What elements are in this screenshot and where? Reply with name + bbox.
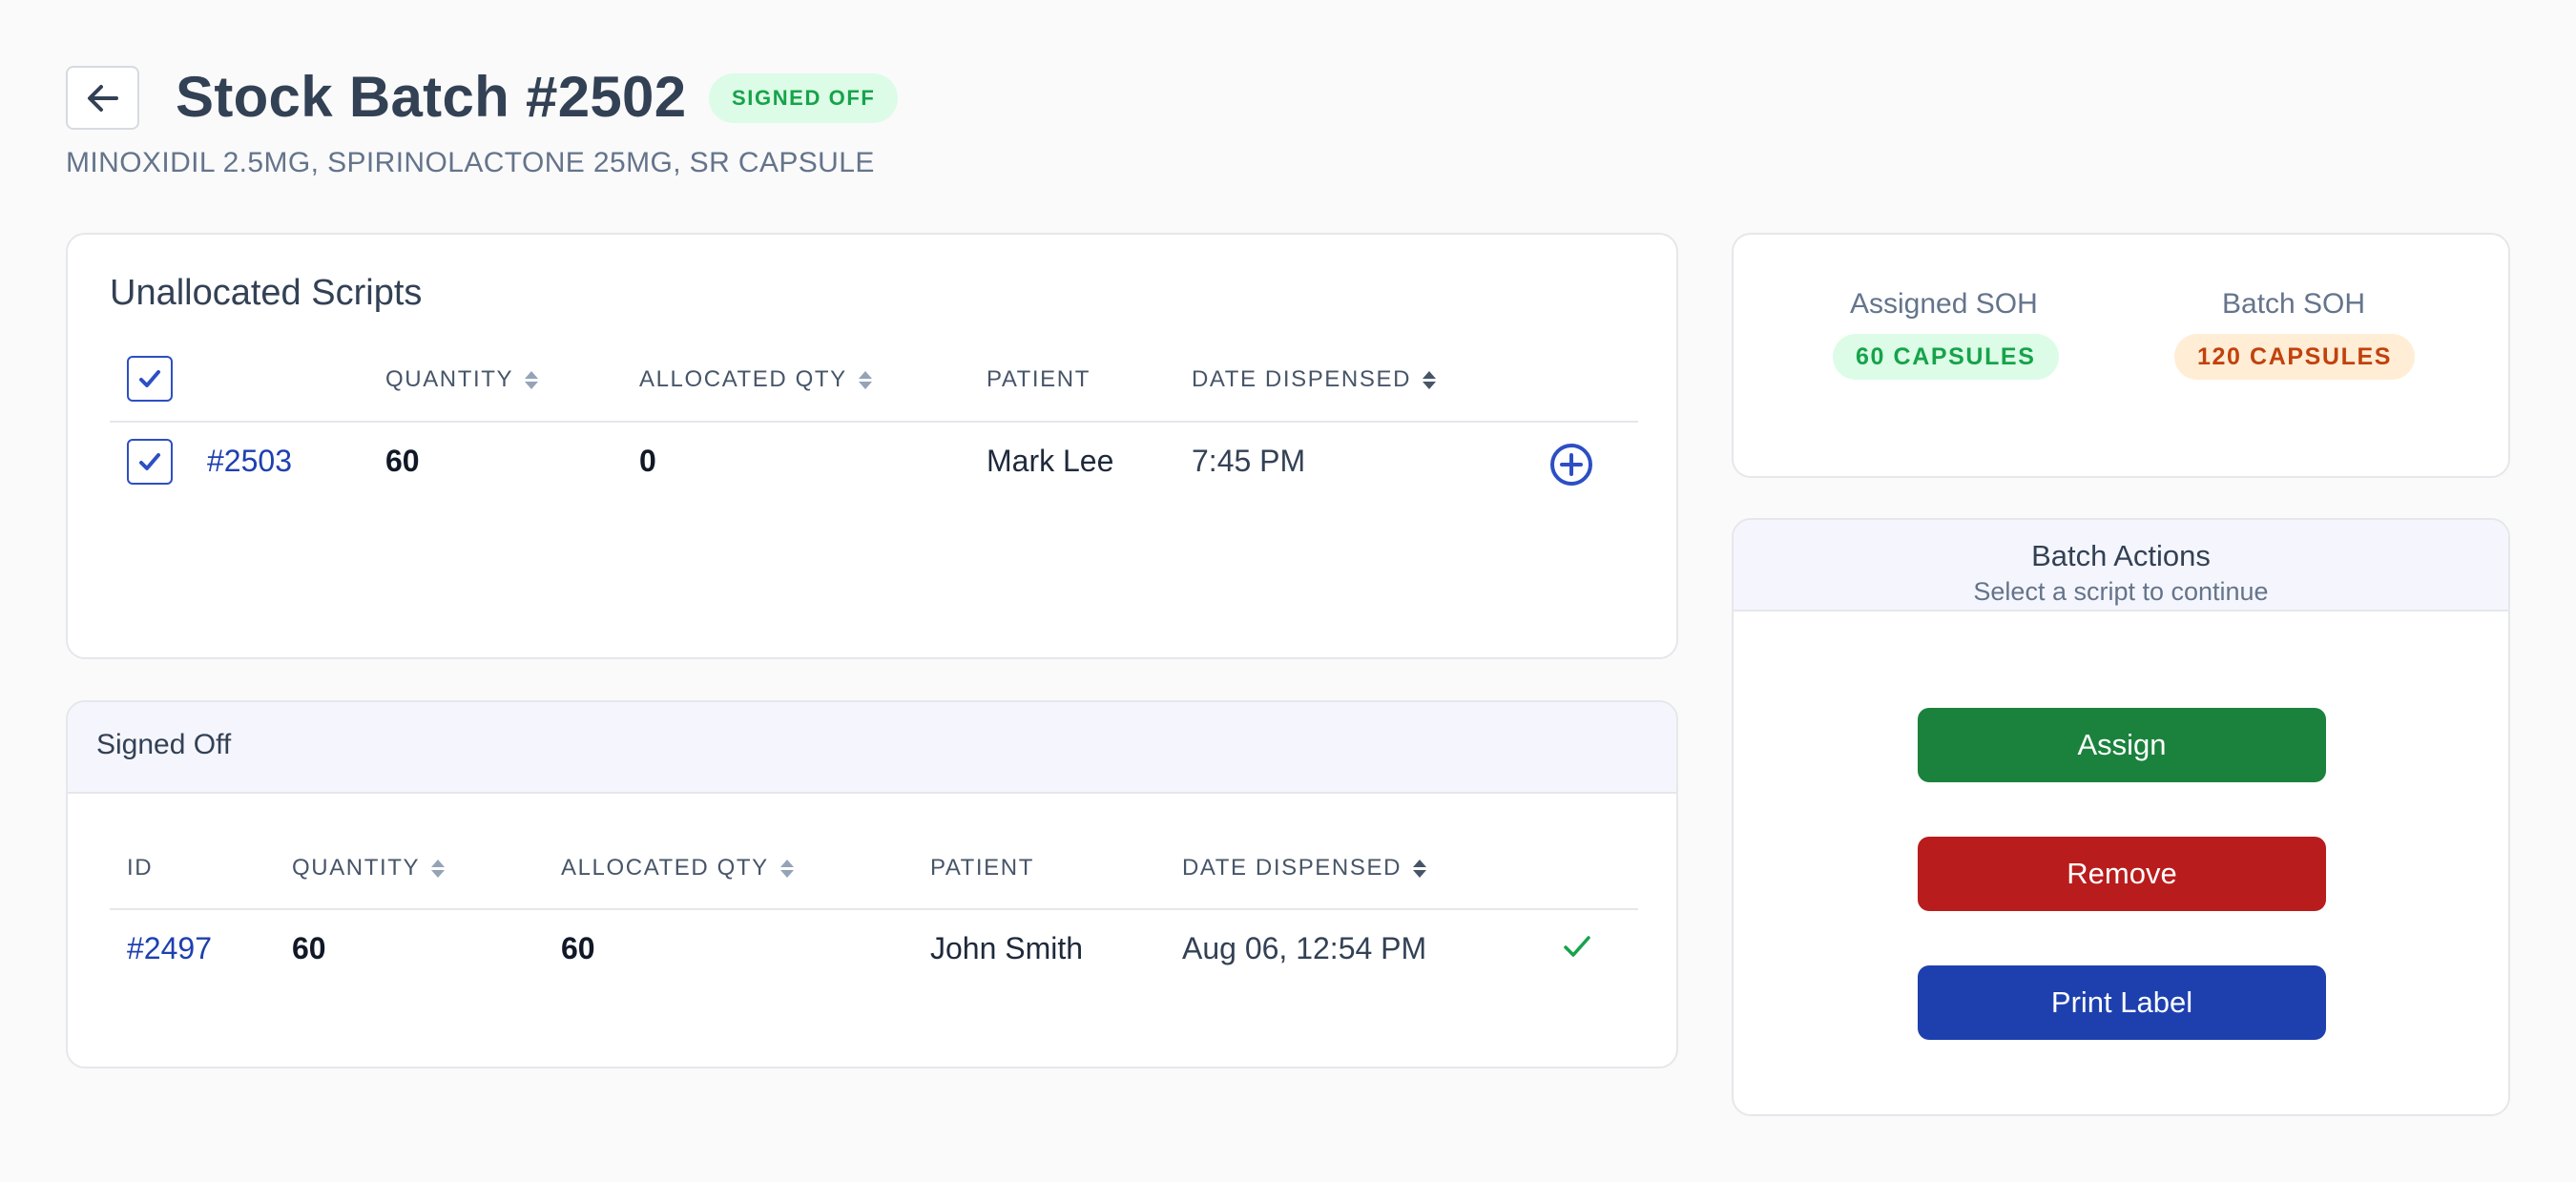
sort-icon	[431, 859, 446, 878]
patient-name: John Smith	[930, 931, 1084, 965]
select-all-checkbox[interactable]	[127, 356, 173, 402]
card-subtitle: Select a script to continue	[1973, 577, 2269, 606]
arrow-left-icon	[87, 84, 118, 112]
page-subtitle: MINOXIDIL 2.5MG, SPIRINOLACTONE 25MG, SR…	[66, 147, 875, 178]
page-title: Stock Batch #2502	[176, 65, 687, 129]
back-button[interactable]	[66, 66, 139, 130]
date-dispensed: Aug 06, 12:54 PM	[1182, 931, 1427, 965]
remove-button[interactable]: Remove	[1918, 837, 2326, 911]
signed-off-card: Signed Off ID QUANTITY ALLOCATED QTY PAT…	[66, 700, 1678, 1068]
column-label: QUANTITY	[292, 855, 421, 881]
quantity-value: 60	[385, 444, 420, 478]
card-title: Unallocated Scripts	[110, 273, 423, 313]
column-header-id: ID	[127, 855, 153, 881]
allocated-qty-value: 0	[639, 444, 656, 478]
sort-icon	[1413, 859, 1426, 878]
check-icon	[139, 453, 160, 470]
unallocated-scripts-card: Unallocated Scripts QUANTITY ALLOCATED Q…	[66, 233, 1678, 659]
assigned-soh-label: Assigned SOH	[1850, 288, 2038, 320]
batch-soh-label: Batch SOH	[2222, 288, 2366, 320]
column-header-quantity[interactable]: QUANTITY	[292, 855, 446, 881]
batch-actions-card: Batch Actions Select a script to continu…	[1732, 518, 2510, 1116]
column-label: QUANTITY	[385, 366, 514, 392]
quantity-value: 60	[292, 931, 326, 965]
column-label: ID	[127, 855, 154, 881]
date-dispensed: 7:45 PM	[1192, 444, 1306, 478]
column-header-date-dispensed[interactable]: DATE DISPENSED	[1192, 366, 1436, 393]
patient-name: Mark Lee	[987, 444, 1114, 478]
column-header-allocated-qty[interactable]: ALLOCATED QTY	[639, 366, 872, 393]
sort-icon	[1423, 370, 1436, 389]
print-label-button[interactable]: Print Label	[1918, 965, 2326, 1040]
column-label: PATIENT	[987, 366, 1091, 392]
assigned-soh-badge: 60 CAPSULES	[1833, 334, 2059, 380]
divider	[110, 421, 1638, 423]
column-label: DATE DISPENSED	[1192, 366, 1411, 392]
assign-button[interactable]: Assign	[1918, 708, 2326, 782]
sort-icon	[858, 370, 872, 389]
sort-icon	[779, 859, 794, 878]
sort-icon	[525, 370, 539, 389]
column-header-allocated-qty[interactable]: ALLOCATED QTY	[561, 855, 794, 881]
divider	[110, 908, 1638, 910]
column-label: ALLOCATED QTY	[561, 855, 769, 881]
column-header-patient: PATIENT	[987, 366, 1091, 393]
script-id-link[interactable]: #2503	[207, 444, 292, 479]
status-badge: SIGNED OFF	[709, 73, 899, 123]
card-title: Batch Actions	[2031, 539, 2211, 572]
card-title: Signed Off	[96, 729, 232, 760]
check-icon	[139, 370, 160, 387]
column-label: PATIENT	[930, 855, 1034, 881]
script-id-link[interactable]: #2497	[127, 931, 212, 966]
column-header-patient: PATIENT	[930, 855, 1034, 881]
batch-actions-header: Batch Actions Select a script to continu…	[1734, 520, 2508, 612]
batch-soh-badge: 120 CAPSULES	[2174, 334, 2415, 380]
signed-off-header: Signed Off	[68, 702, 1676, 794]
column-header-quantity[interactable]: QUANTITY	[385, 366, 539, 393]
allocated-qty-value: 60	[561, 931, 595, 965]
stock-on-hand-card: Assigned SOH 60 CAPSULES Batch SOH 120 C…	[1732, 233, 2510, 478]
column-label: ALLOCATED QTY	[639, 366, 847, 392]
check-icon	[1564, 936, 1590, 957]
column-label: DATE DISPENSED	[1182, 855, 1402, 881]
plus-circle-icon[interactable]	[1548, 442, 1594, 487]
column-header-date-dispensed[interactable]: DATE DISPENSED	[1182, 855, 1426, 881]
row-checkbox[interactable]	[127, 439, 173, 485]
